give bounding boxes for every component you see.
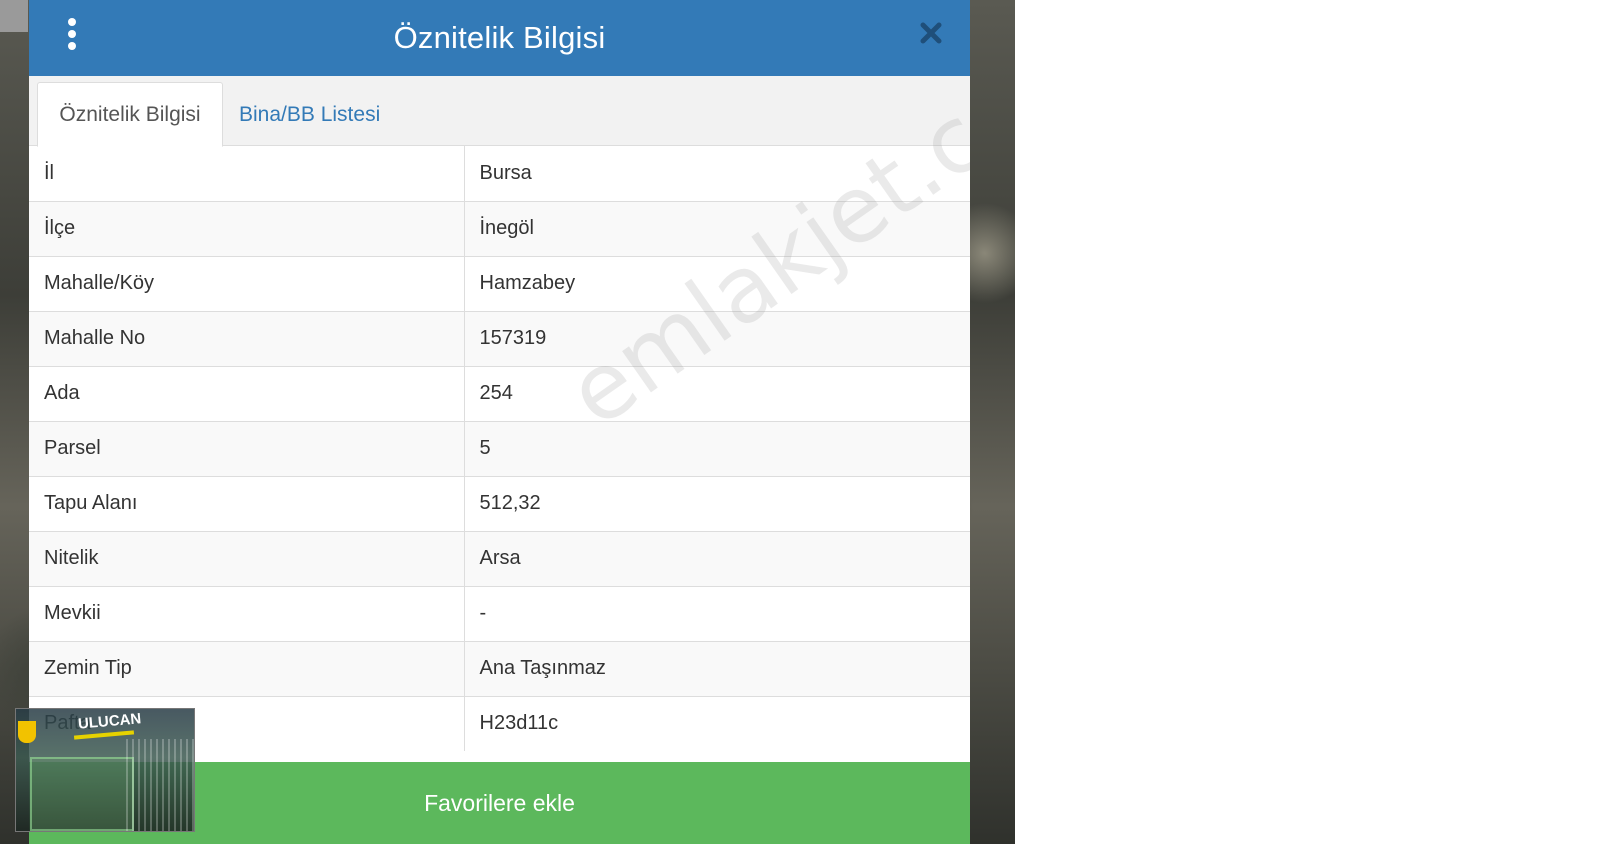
attribute-value: Ana Taşınmaz: [464, 640, 970, 696]
attribute-key: Tapu Alanı: [29, 475, 465, 531]
table-row: Ada 254: [29, 365, 970, 421]
vertical-dots-icon[interactable]: [67, 18, 77, 50]
panel-title: Öznitelik Bilgisi: [393, 20, 606, 55]
tab-building-list[interactable]: Bina/BB Listesi: [239, 82, 380, 147]
attribute-value: 254: [464, 365, 970, 421]
map-control[interactable]: [0, 0, 28, 32]
attribute-key: Zemin Tip: [29, 640, 465, 696]
attribute-key: İl: [29, 146, 465, 201]
storefront-stripes: [126, 739, 194, 831]
table-row: Tapu Alanı 512,32: [29, 475, 970, 531]
attribute-value: -: [464, 585, 970, 641]
table-row: Mevkii -: [29, 585, 970, 641]
screen: Öznitelik Bilgisi Öznitelik Bilgisi Bina…: [0, 0, 1600, 844]
table-row: Zemin Tip Ana Taşınmaz: [29, 640, 970, 696]
attribute-key: Mahalle No: [29, 310, 465, 366]
agency-logo: ULUCAN: [15, 708, 195, 832]
logo-text: ULUCAN: [77, 710, 142, 733]
table-row: Mahalle/Köy Hamzabey: [29, 255, 970, 311]
attribute-value: Bursa: [464, 146, 970, 201]
attribute-table: İl Bursa İlçe İnegöl Mahalle/Köy Hamzabe…: [29, 146, 970, 751]
attribute-value: 157319: [464, 310, 970, 366]
close-icon[interactable]: [916, 18, 946, 48]
table-row: Nitelik Arsa: [29, 530, 970, 586]
attribute-value: Arsa: [464, 530, 970, 586]
attribute-key: Parsel: [29, 420, 465, 476]
panel-header: Öznitelik Bilgisi: [29, 0, 970, 76]
table-row: İl Bursa: [29, 146, 970, 201]
attribute-value: 512,32: [464, 475, 970, 531]
attribute-value: H23d11c: [464, 695, 970, 751]
attribute-value: Hamzabey: [464, 255, 970, 311]
table-row: İlçe İnegöl: [29, 200, 970, 256]
attribute-key: Mahalle/Köy: [29, 255, 465, 311]
tab-bar: Öznitelik Bilgisi Bina/BB Listesi: [29, 76, 970, 147]
brand-mark-icon: [18, 721, 36, 743]
attribute-key: Nitelik: [29, 530, 465, 586]
attribute-key: İlçe: [29, 200, 465, 256]
attribute-value: 5: [464, 420, 970, 476]
storefront-image: [30, 757, 134, 831]
table-row: Mahalle No 157319: [29, 310, 970, 366]
tab-attribute-info[interactable]: Öznitelik Bilgisi: [37, 82, 223, 147]
attribute-key: Ada: [29, 365, 465, 421]
attribute-key: Mevkii: [29, 585, 465, 641]
attribute-value: İnegöl: [464, 200, 970, 256]
table-row: Parsel 5: [29, 420, 970, 476]
